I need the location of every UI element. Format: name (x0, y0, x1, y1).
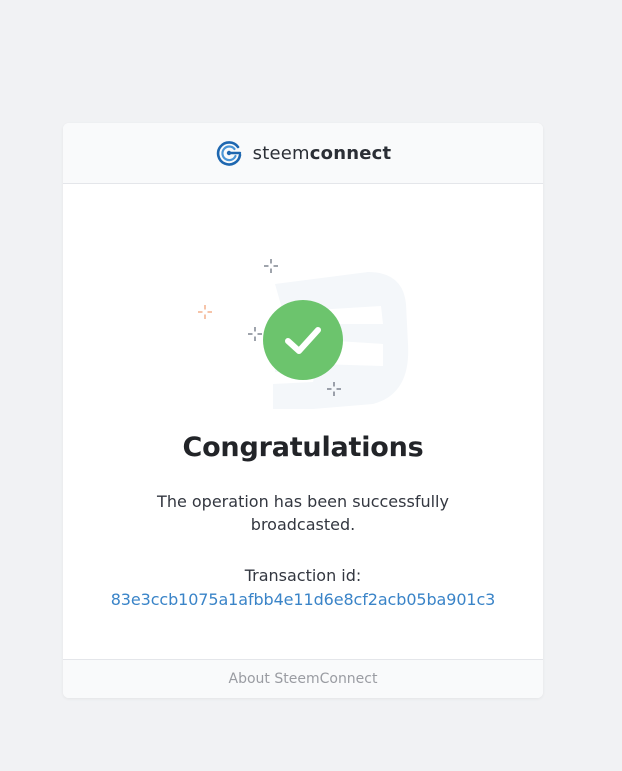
card-body: Congratulations The operation has been s… (63, 184, 543, 660)
transaction-label: Transaction id: (244, 566, 362, 585)
page-title: Congratulations (182, 432, 424, 463)
checkmark-icon (285, 327, 321, 354)
card-footer: About SteemConnect (63, 659, 543, 698)
steemconnect-logo-icon (215, 139, 243, 167)
about-steemconnect-link[interactable]: About SteemConnect (229, 671, 378, 687)
brand-name: steemconnect (253, 143, 392, 164)
success-message: The operation has been successfully broa… (157, 492, 449, 534)
brand-name-light: steem (252, 142, 310, 164)
success-card: steemconnect Congratulations The operati… (63, 123, 543, 698)
brand-name-bold: connect (309, 142, 392, 164)
transaction-id-link[interactable]: 83e3ccb1075a1afbb4e11d6e8cf2acb05ba901c3 (63, 588, 543, 612)
card-header: steemconnect (63, 123, 543, 184)
success-check-circle (263, 300, 343, 380)
